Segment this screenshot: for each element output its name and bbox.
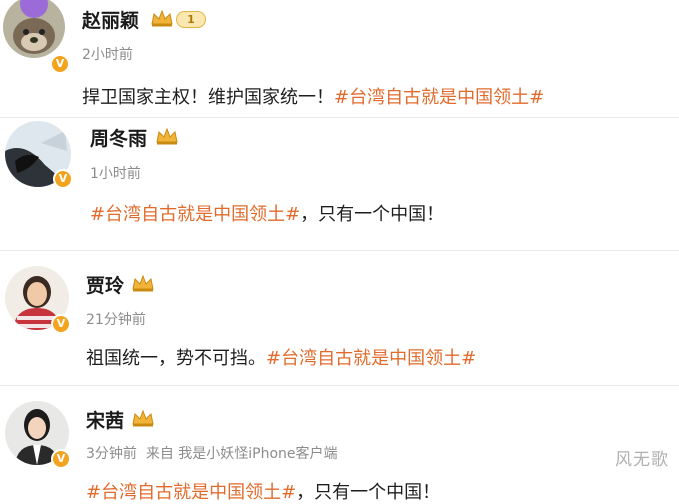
post-text-suffix: ，只有一个中国！ xyxy=(296,482,441,503)
watermark: 风无歌 xyxy=(615,450,669,470)
username[interactable]: 周冬雨 xyxy=(90,124,147,151)
divider xyxy=(0,117,679,118)
vip-crown-icon xyxy=(156,127,178,145)
verified-badge-icon: V xyxy=(51,314,71,334)
post-content: 捍卫国家主权！维护国家统一！#台湾自古就是中国领土# xyxy=(82,83,544,109)
hashtag-link[interactable]: #台湾自古就是中国领土# xyxy=(266,348,476,369)
hashtag-link[interactable]: #台湾自古就是中国领土# xyxy=(86,482,296,503)
post-text-suffix: ，只有一个中国！ xyxy=(300,204,445,225)
username[interactable]: 贾玲 xyxy=(86,271,124,298)
username[interactable]: 宋茜 xyxy=(86,406,124,433)
hashtag-link[interactable]: #台湾自古就是中国领土# xyxy=(334,87,544,108)
verified-badge-icon: V xyxy=(50,54,70,74)
username[interactable]: 赵丽颖 xyxy=(82,6,139,33)
post-source[interactable]: 来自 我是小妖怪iPhone客户端 xyxy=(146,446,338,462)
post-content: 祖国统一，势不可挡。#台湾自古就是中国领土# xyxy=(86,344,476,370)
post-content: #台湾自古就是中国领土#，只有一个中国！ xyxy=(86,478,440,504)
post-time: 2小时前 xyxy=(82,47,133,63)
vip-crown-icon xyxy=(132,274,154,292)
vip-crown-icon xyxy=(151,9,173,27)
verified-badge-icon: V xyxy=(53,169,73,189)
post-text: 祖国统一，势不可挡。 xyxy=(86,348,266,369)
post-time: 1小时前 xyxy=(90,166,141,182)
vip-level-badge: 1 xyxy=(176,11,206,28)
post-content: #台湾自古就是中国领土#，只有一个中国！ xyxy=(90,200,444,226)
post-text: 捍卫国家主权！维护国家统一！ xyxy=(82,87,334,108)
vip-crown-icon xyxy=(132,409,154,427)
divider xyxy=(0,385,679,386)
avatar[interactable] xyxy=(3,0,65,58)
hashtag-link[interactable]: #台湾自古就是中国领土# xyxy=(90,204,300,225)
avatar-image xyxy=(3,0,65,58)
post-time: 21分钟前 xyxy=(86,312,146,328)
divider xyxy=(0,250,679,251)
post-meta: 3分钟前 来自 我是小妖怪iPhone客户端 xyxy=(86,443,338,463)
verified-badge-icon: V xyxy=(51,449,71,469)
post-time: 3分钟前 xyxy=(86,446,137,462)
